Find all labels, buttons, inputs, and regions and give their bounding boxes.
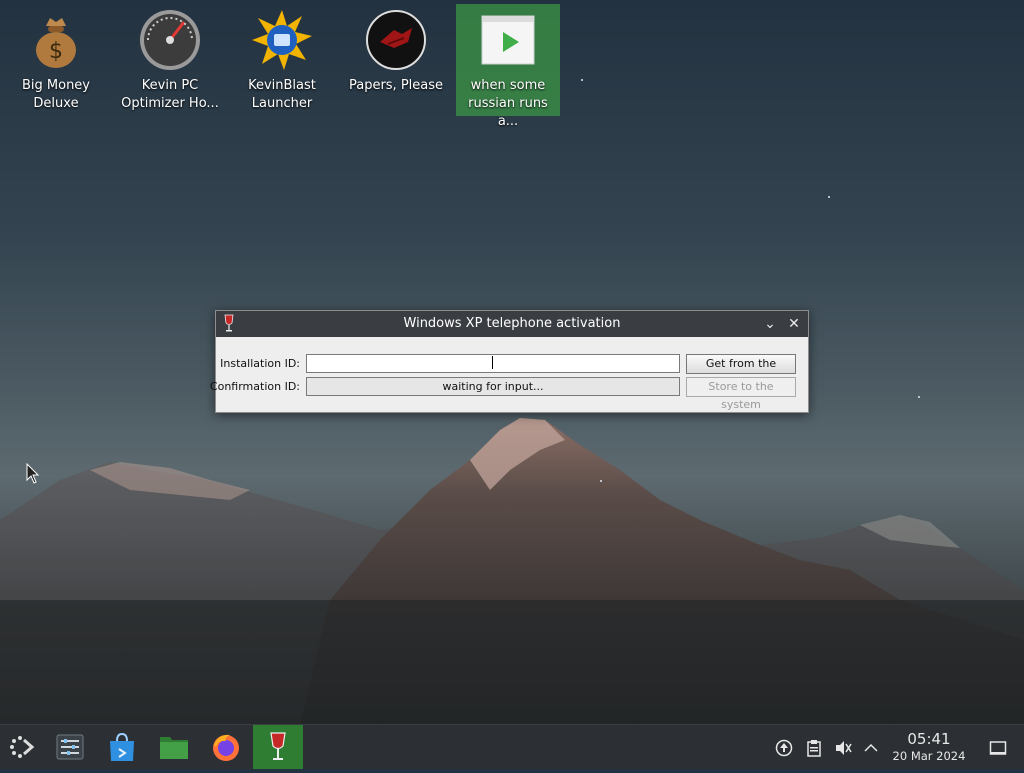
star (828, 196, 830, 198)
system-settings-icon (56, 734, 84, 760)
desktop-icon-big-money-deluxe[interactable]: $ Big Money Deluxe (4, 4, 108, 116)
desktop-icon-papers-please[interactable]: Papers, Please (344, 4, 448, 116)
clipboard-icon[interactable] (805, 739, 823, 757)
app-launcher-icon (10, 736, 35, 758)
wine-task-button[interactable] (253, 725, 303, 769)
file-manager-button[interactable] (152, 725, 196, 769)
update-icon[interactable] (775, 739, 793, 757)
confirmation-id-label: Confirmation ID: (209, 380, 300, 393)
desktop-icon-label: Papers, Please (348, 78, 444, 93)
text-caret (492, 356, 493, 369)
sun-disc-icon (252, 10, 312, 70)
star (600, 480, 602, 482)
minimize-chevron-icon[interactable]: ⌄ (761, 315, 779, 333)
firefox-icon (213, 734, 239, 761)
volume-muted-icon[interactable] (834, 739, 852, 757)
confirmation-id-row: Confirmation ID: waiting for input... St… (210, 377, 808, 411)
desktop-icon-video-file[interactable]: when some russian runs a... (456, 4, 560, 129)
video-file-icon (481, 15, 535, 65)
discover-store-icon (110, 732, 134, 761)
star (581, 79, 583, 81)
desktop-icon-kevin-pc-optimizer[interactable]: Kevin PC Optimizer Ho... (118, 4, 222, 116)
file-manager-icon (160, 737, 188, 759)
clock-time: 05:41 (907, 730, 951, 748)
taskbar: 05:41 20 Mar 2024 (0, 724, 1024, 769)
close-icon[interactable]: ✕ (785, 315, 803, 333)
installation-id-label: Installation ID: (220, 357, 300, 370)
activation-dialog: Windows XP telephone activation ⌄ ✕ Inst… (210, 310, 809, 413)
gauge-icon (140, 10, 200, 70)
dialog-titlebar[interactable]: Windows XP telephone activation ⌄ ✕ (216, 311, 808, 337)
system-settings-button[interactable] (48, 725, 92, 769)
app-launcher-button[interactable] (0, 725, 44, 769)
installation-id-input[interactable] (306, 354, 680, 373)
desktop-icon-label: Big Money Deluxe (21, 78, 90, 111)
clock-date: 20 Mar 2024 (892, 749, 966, 763)
get-from-system-button[interactable]: Get from the system (686, 354, 796, 388)
svg-text:$: $ (49, 39, 63, 64)
mouse-cursor-icon (26, 463, 40, 484)
desktop-icon-label: KevinBlast Launcher (248, 78, 316, 111)
papers-please-icon (366, 10, 426, 70)
discover-store-button[interactable] (100, 725, 144, 769)
installation-id-row: Installation ID: Get from the system (216, 354, 808, 388)
store-to-system-button[interactable]: Store to the system (686, 377, 796, 411)
wine-glass-icon (270, 732, 286, 760)
desktop-icon-label: when some russian runs a... (468, 78, 548, 129)
star (918, 396, 920, 398)
desktop-icon-label: Kevin PC Optimizer Ho... (121, 78, 219, 111)
money-bag-icon: $ (36, 18, 76, 68)
desktop: $ Big Money Deluxe Kevin PC Optimizer Ho… (0, 0, 1024, 724)
confirmation-id-field: waiting for input... (306, 377, 680, 396)
clock[interactable]: 05:41 20 Mar 2024 (888, 730, 970, 764)
show-desktop-icon[interactable] (989, 739, 1007, 757)
dialog-title: Windows XP telephone activation (403, 316, 621, 331)
chevron-up-icon[interactable] (862, 739, 880, 757)
firefox-button[interactable] (204, 725, 248, 769)
desktop-icon-kevinblast-launcher[interactable]: KevinBlast Launcher (230, 4, 334, 116)
